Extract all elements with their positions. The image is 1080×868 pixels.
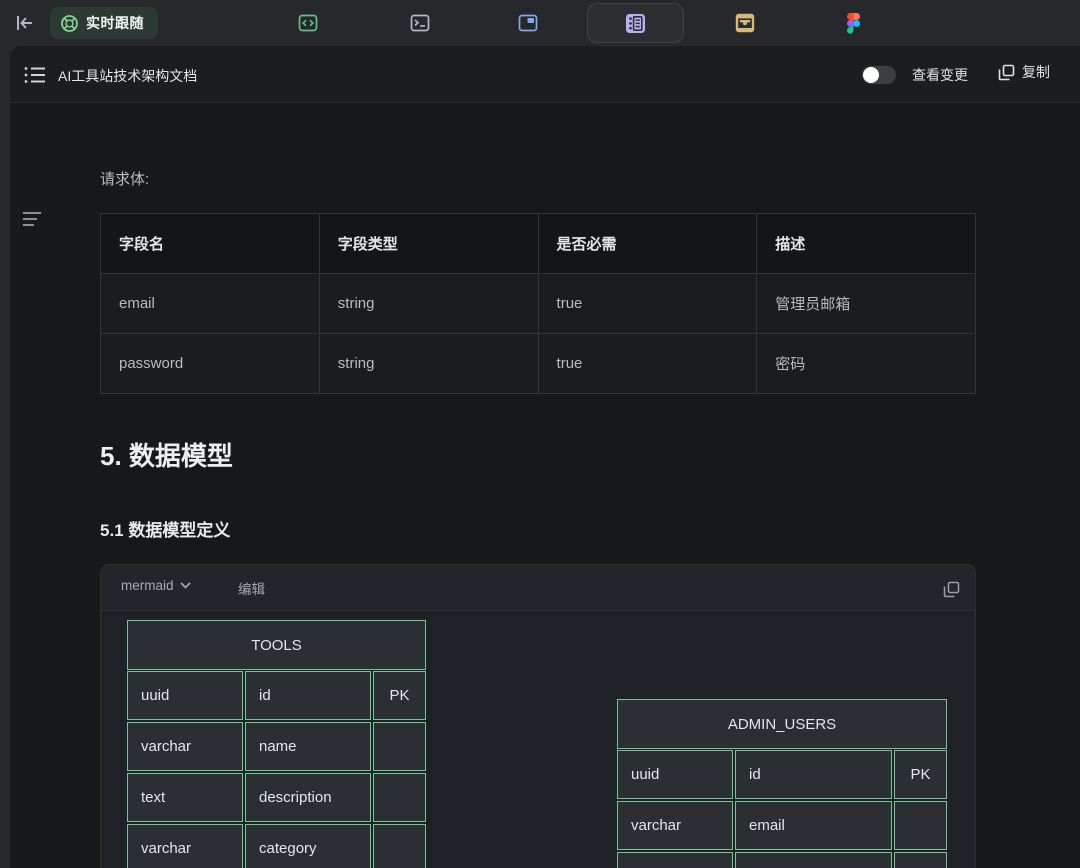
cell: true (538, 334, 757, 394)
er-cell (894, 852, 947, 868)
tab-terminal[interactable] (410, 13, 430, 33)
document-notes-icon (625, 13, 646, 34)
er-cell: varchar (127, 824, 243, 868)
subsection-heading: 5.1 数据模型定义 (100, 516, 230, 541)
er-cell (373, 773, 426, 822)
copy-label: 复制 (1022, 62, 1050, 82)
er-cell: email (735, 801, 892, 850)
er-cell: text (127, 773, 243, 822)
copy-icon (943, 581, 960, 598)
er-table-title: ADMIN_USERS (617, 699, 947, 749)
er-cell (373, 722, 426, 771)
top-toolbar: 实时跟随 (0, 0, 1080, 46)
collapse-left-icon (15, 14, 35, 32)
document-panel: AI工具站技术架构文档 查看变更 复制 (10, 46, 1080, 868)
col-header: 字段名 (101, 214, 320, 274)
cell: string (319, 274, 538, 334)
fields-table: 字段名 字段类型 是否必需 描述 email string true 管理员邮箱… (100, 213, 976, 394)
list-icon (24, 66, 46, 84)
browser-window-icon (518, 13, 538, 33)
lifebuoy-icon (60, 14, 79, 33)
figma-logo-icon (846, 13, 861, 34)
tab-code-editor[interactable] (298, 13, 318, 33)
er-cell (894, 801, 947, 850)
document-body: 请求体: 字段名 字段类型 是否必需 描述 email string true (10, 104, 1080, 868)
er-cell: name (245, 722, 371, 771)
er-cell: varchar (127, 722, 243, 771)
cell: password (101, 334, 320, 394)
er-cell (373, 824, 426, 868)
tab-browser[interactable] (518, 13, 538, 33)
mermaid-code-block: mermaid 编辑 TOOLS (100, 564, 976, 868)
toc-list-button[interactable] (22, 62, 48, 88)
chevron-down-icon (180, 582, 191, 589)
col-header: 是否必需 (538, 214, 757, 274)
er-cell: id (245, 671, 371, 720)
code-block-header: mermaid 编辑 (101, 565, 975, 611)
outline-toggle-button[interactable] (22, 211, 46, 231)
cell: email (101, 274, 320, 334)
section-heading: 5. 数据模型 (100, 436, 233, 473)
collapse-sidebar-button[interactable] (12, 11, 38, 35)
tab-archive[interactable] (735, 13, 755, 33)
er-cell: uuid (127, 671, 243, 720)
er-table-tools: TOOLS uuid id PK varchar name text descr… (127, 620, 426, 868)
table-row: email string true 管理员邮箱 (101, 274, 976, 334)
er-cell: varchar (617, 801, 733, 850)
view-changes-toggle[interactable] (862, 66, 896, 84)
inbox-icon (735, 13, 755, 33)
toggle-knob (863, 67, 879, 83)
copy-document-button[interactable]: 复制 (998, 62, 1050, 82)
cell: true (538, 274, 757, 334)
edit-button[interactable]: 编辑 (238, 578, 265, 598)
cell: 管理员邮箱 (757, 274, 976, 334)
cell: 密码 (757, 334, 976, 394)
realtime-follow-label: 实时跟随 (86, 13, 144, 33)
er-cell: PK (373, 671, 426, 720)
er-cell: category (245, 824, 371, 868)
language-dropdown[interactable]: mermaid (121, 578, 191, 593)
terminal-icon (410, 13, 430, 33)
language-label: mermaid (121, 578, 174, 593)
er-table-admin-users: ADMIN_USERS uuid id PK varchar email var… (617, 699, 947, 868)
col-header: 描述 (757, 214, 976, 274)
view-changes-label: 查看变更 (912, 65, 968, 85)
table-row: password string true 密码 (101, 334, 976, 394)
tab-figma[interactable] (843, 13, 863, 33)
app-window: 实时跟随 (0, 0, 1080, 868)
request-body-label: 请求体: (100, 168, 149, 189)
document-title: AI工具站技术架构文档 (58, 66, 197, 86)
er-cell: id (735, 750, 892, 799)
er-cell: PK (894, 750, 947, 799)
align-left-icon (22, 211, 44, 227)
er-cell: uuid (617, 750, 733, 799)
cell: string (319, 334, 538, 394)
document-header-bar: AI工具站技术架构文档 查看变更 复制 (10, 46, 1080, 103)
col-header: 字段类型 (319, 214, 538, 274)
code-icon (298, 13, 318, 33)
er-cell: password_hash (735, 852, 892, 868)
copy-code-button[interactable] (939, 577, 963, 601)
er-cell: varchar (617, 852, 733, 868)
fields-table-header-row: 字段名 字段类型 是否必需 描述 (101, 214, 976, 274)
copy-icon (998, 64, 1015, 81)
er-cell: description (245, 773, 371, 822)
realtime-follow-button[interactable]: 实时跟随 (50, 7, 158, 39)
er-table-title: TOOLS (127, 620, 426, 670)
tab-document-active[interactable] (587, 3, 684, 43)
